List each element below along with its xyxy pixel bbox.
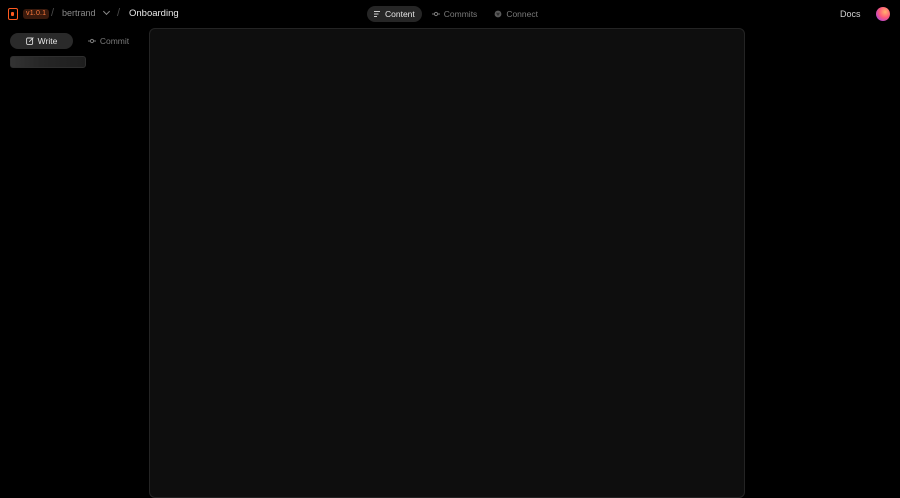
commit-mode-button[interactable]: Commit [77,33,140,49]
list-icon [374,11,380,17]
main-nav: Content Commits Connect [367,6,545,22]
mode-label: Write [37,36,58,46]
tab-label: Commits [443,9,478,19]
tab-content[interactable]: Content [367,6,422,22]
docs-link[interactable]: Docs [840,9,861,19]
write-mode-button[interactable]: Write [10,33,73,49]
sidebar: Write Commit [10,33,140,68]
project-name: bertrand [62,8,96,18]
tab-label: Content [385,9,415,19]
breadcrumb-separator: / [117,7,121,19]
logo-icon [8,8,18,20]
chevron-down-icon [102,7,110,16]
project-selector[interactable]: bertrand [62,7,110,18]
breadcrumb-separator: / [51,7,55,19]
mode-label: Commit [99,36,130,46]
git-commit-icon [431,11,440,17]
tab-commits[interactable]: Commits [426,6,485,22]
page-title: Onboarding [129,8,179,19]
edit-icon [25,37,34,45]
mode-switch: Write Commit [10,33,140,49]
plug-icon [494,10,502,18]
loading-skeleton [10,56,86,68]
version-badge: v1.0.1 [23,9,50,19]
git-commit-icon [87,38,96,44]
brand[interactable]: v1.0.1 [8,8,50,20]
tab-label: Connect [506,9,538,19]
top-bar: v1.0.1 / bertrand / Onboarding Content C… [0,0,900,28]
editor-panel[interactable] [149,28,745,498]
avatar[interactable] [876,7,890,21]
tab-connect[interactable]: Connect [488,6,545,22]
